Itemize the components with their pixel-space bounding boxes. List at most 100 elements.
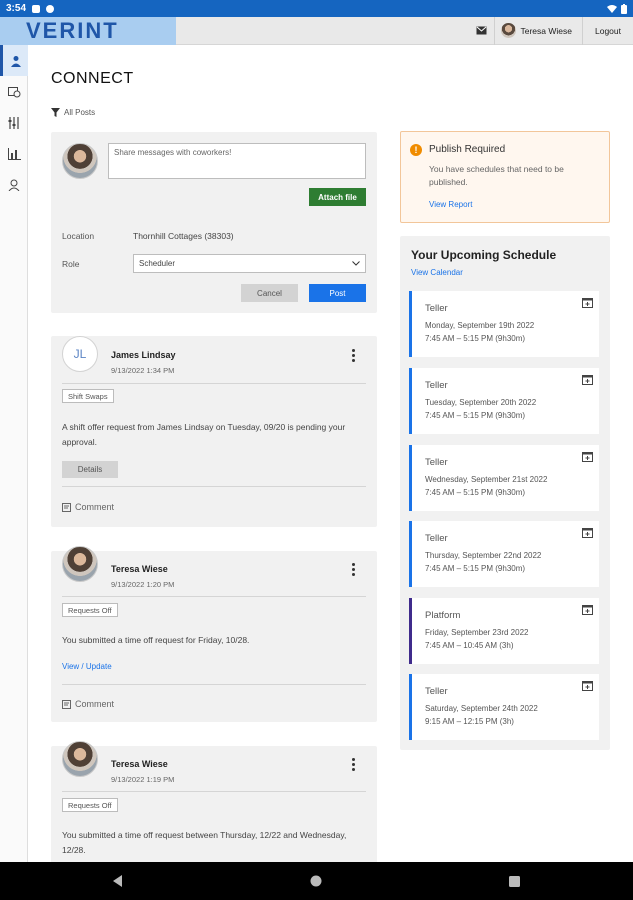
shift-role: Teller	[425, 533, 448, 544]
wifi-icon	[607, 5, 617, 13]
shift-time: 7:45 AM – 5:15 PM (9h30m)	[425, 411, 526, 420]
shift-card[interactable]: Teller Monday, September 19th 2022 7:45 …	[409, 291, 599, 357]
details-button[interactable]: Details	[62, 461, 118, 478]
post-card: JL James Lindsay 9/13/2022 1:34 PM Shift…	[51, 336, 377, 527]
notifications-button[interactable]	[469, 16, 495, 45]
comment-icon	[62, 502, 71, 512]
tools-icon	[8, 116, 19, 129]
nav-schedule[interactable]	[0, 76, 28, 107]
post-body: You submitted a time off request between…	[62, 830, 347, 855]
logo-text: VERINT	[26, 17, 119, 43]
calendar-add-icon[interactable]	[582, 451, 593, 462]
nav-connect[interactable]	[0, 45, 28, 76]
author-initials: JL	[62, 336, 98, 372]
home-icon[interactable]	[310, 875, 322, 887]
shift-role: Teller	[425, 457, 448, 468]
post-time: 9/13/2022 1:34 PM	[111, 366, 175, 375]
comment-label: Comment	[75, 502, 115, 512]
calendar-add-icon[interactable]	[582, 297, 593, 308]
shift-card[interactable]: Teller Tuesday, September 20th 2022 7:45…	[409, 368, 599, 434]
post-tag: Requests Off	[62, 798, 118, 812]
app-notification-icon	[46, 4, 55, 13]
avatar	[62, 143, 98, 179]
avatar	[500, 23, 516, 38]
comment-icon	[62, 699, 71, 709]
calendar-add-icon[interactable]	[582, 604, 593, 615]
post-filter[interactable]: All Posts	[51, 108, 95, 117]
shift-time: 7:45 AM – 10:45 AM (3h)	[425, 641, 514, 650]
post-tag: Requests Off	[62, 603, 118, 617]
calendar-add-icon[interactable]	[582, 527, 593, 538]
post-body: A shift offer request from James Lindsay…	[62, 422, 346, 447]
logo[interactable]: VERINT	[0, 16, 176, 45]
avatar	[62, 741, 98, 777]
more-options-icon[interactable]	[352, 758, 355, 771]
shift-role: Teller	[425, 303, 448, 314]
warning-icon: !	[410, 144, 422, 156]
view-calendar-link[interactable]: View Calendar	[411, 268, 463, 277]
nav-admin[interactable]	[0, 169, 28, 200]
post-author: Teresa Wiese	[111, 564, 168, 574]
publish-required-alert: ! Publish Required You have schedules th…	[400, 131, 610, 223]
side-nav	[0, 45, 28, 862]
shift-date: Monday, September 19th 2022	[425, 321, 535, 330]
view-update-link[interactable]: View / Update	[62, 662, 112, 671]
post-composer: Share messages with coworkers! Attach fi…	[51, 132, 377, 313]
more-options-icon[interactable]	[352, 349, 355, 362]
shift-time: 7:45 AM – 5:15 PM (9h30m)	[425, 488, 526, 497]
app-header: VERINT Teresa Wiese Logout	[0, 16, 633, 45]
shift-time: 7:45 AM – 5:15 PM (9h30m)	[425, 334, 526, 343]
shift-time: 7:45 AM – 5:15 PM (9h30m)	[425, 564, 526, 573]
avatar	[62, 546, 98, 582]
shift-role: Platform	[425, 610, 461, 621]
location-label: Location	[62, 231, 95, 241]
back-icon[interactable]	[113, 875, 123, 887]
shift-role: Teller	[425, 686, 448, 697]
role-value: Scheduler	[139, 259, 176, 268]
location-value: Thornhill Cottages (38303)	[133, 231, 234, 241]
shift-card[interactable]: Teller Wednesday, September 21st 2022 7:…	[409, 445, 599, 511]
post-button[interactable]: Post	[309, 284, 366, 302]
role-label: Role	[62, 259, 80, 269]
cancel-button[interactable]: Cancel	[241, 284, 298, 302]
calendar-clock-icon	[7, 86, 20, 97]
user-menu[interactable]: Teresa Wiese	[495, 16, 583, 45]
page-title: CONNECT	[51, 70, 134, 87]
comment-button[interactable]: Comment	[62, 502, 114, 512]
more-options-icon[interactable]	[352, 563, 355, 576]
shift-card[interactable]: Teller Saturday, September 24th 2022 9:1…	[409, 674, 599, 740]
shift-date: Thursday, September 22nd 2022	[425, 551, 542, 560]
nav-reports[interactable]	[0, 138, 28, 169]
nav-tools[interactable]	[0, 107, 28, 138]
shift-date: Tuesday, September 20th 2022	[425, 398, 537, 407]
calendar-add-icon[interactable]	[582, 680, 593, 691]
share-message-input[interactable]: Share messages with coworkers!	[108, 143, 366, 179]
alert-title: Publish Required	[429, 144, 506, 155]
shift-card[interactable]: Teller Thursday, September 22nd 2022 7:4…	[409, 521, 599, 587]
recents-icon[interactable]	[508, 875, 520, 887]
comment-button[interactable]: Comment	[62, 699, 114, 709]
schedule-title: Your Upcoming Schedule	[411, 248, 557, 262]
status-bar: 3:54	[0, 0, 633, 17]
post-tag: Shift Swaps	[62, 389, 114, 403]
divider	[62, 791, 366, 792]
logout-button[interactable]: Logout	[583, 26, 633, 36]
shift-date: Saturday, September 24th 2022	[425, 704, 538, 713]
people-icon	[10, 55, 21, 67]
post-card: Teresa Wiese 9/13/2022 1:20 PM Requests …	[51, 546, 377, 722]
main-content: CONNECT All Posts Share messages with co…	[28, 45, 633, 862]
calendar-add-icon[interactable]	[582, 374, 593, 385]
chart-icon	[7, 147, 21, 160]
view-report-link[interactable]: View Report	[429, 200, 472, 209]
post-card: Teresa Wiese 9/13/2022 1:19 PM Requests …	[51, 741, 377, 862]
role-select[interactable]: Scheduler	[133, 254, 366, 273]
shift-role: Teller	[425, 380, 448, 391]
divider	[62, 596, 366, 597]
attach-file-button[interactable]: Attach file	[309, 188, 366, 206]
admin-icon	[8, 179, 20, 191]
divider	[62, 486, 366, 487]
shift-card[interactable]: Platform Friday, September 23rd 2022 7:4…	[409, 598, 599, 664]
divider	[62, 383, 366, 384]
mail-icon	[476, 26, 486, 35]
chevron-down-icon	[352, 261, 360, 266]
